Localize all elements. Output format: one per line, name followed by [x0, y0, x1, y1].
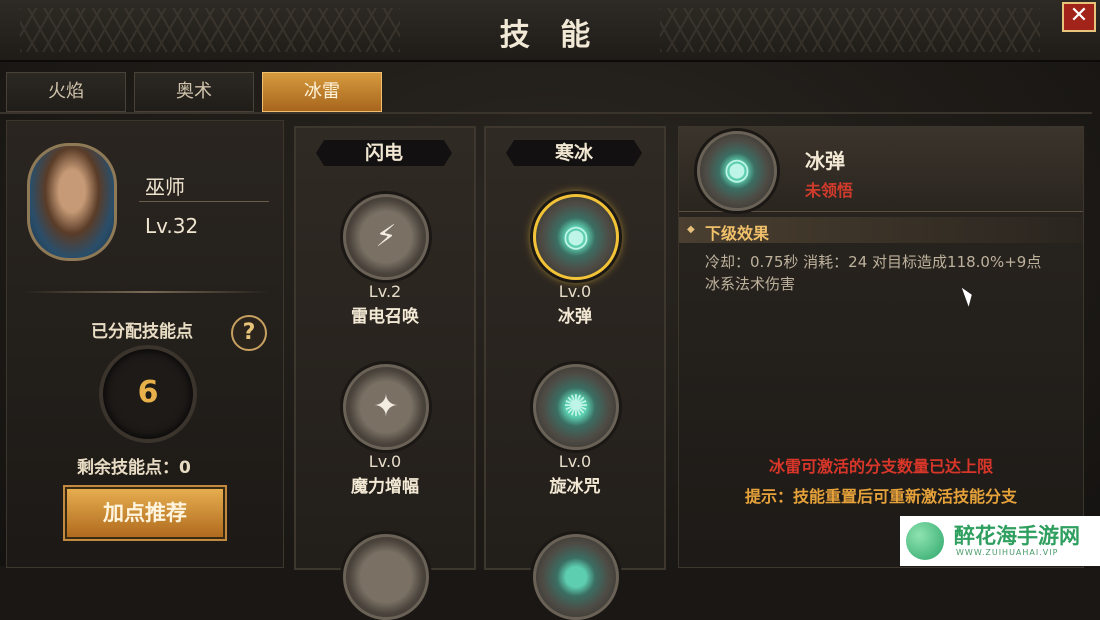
column-header: 闪电	[316, 140, 452, 166]
character-panel: 巫师 Lv.32 已分配技能点 ? 6 剩余技能点：0 加点推荐	[6, 120, 284, 568]
avatar	[27, 143, 117, 261]
branch-limit-warning: 冰雷可激活的分支数量已达上限	[768, 457, 993, 476]
next-level-label: 下级效果	[705, 224, 770, 243]
skill-glyph: ✦	[373, 389, 399, 424]
watermark-title: 醉花海手游网	[954, 524, 1080, 548]
panel-divider	[23, 291, 269, 293]
watermark: 醉花海手游网 WWW.ZUIHUAHAI.VIP	[900, 516, 1100, 566]
column-header: 寒冰	[506, 140, 642, 166]
bullet-icon: ◆	[687, 224, 695, 235]
skill-name: 雷电召唤	[351, 307, 419, 327]
detail-skill-status: 未领悟	[805, 181, 854, 200]
tab-fire[interactable]: 火焰	[6, 72, 126, 112]
window-title: 技 能	[499, 18, 601, 53]
skill-level: Lv.0	[558, 282, 592, 301]
recommend-button[interactable]: 加点推荐	[65, 487, 225, 539]
skill-name: 魔力增幅	[351, 477, 419, 497]
skill-slot-partial[interactable]	[533, 534, 619, 620]
remaining-points: 剩余技能点：0	[77, 458, 191, 478]
skill-description: 冷却：0.75秒 消耗：24 对目标造成118.0%+9点 冰系法术伤害	[705, 251, 1075, 295]
skill-column-lightning: 闪电 ⚡ Lv.2 雷电召唤 ✦ Lv.0 魔力增幅	[294, 126, 476, 620]
allocated-points-value: 6	[137, 375, 159, 410]
skill-column-ice: 寒冰 ◉ Lv.0 冰弹 ✺ Lv.0 旋冰咒	[484, 126, 666, 620]
help-icon[interactable]: ?	[231, 315, 267, 351]
detail-skill-name: 冰弹	[805, 149, 845, 173]
skill-level: Lv.0	[558, 452, 592, 471]
ice-orb-icon[interactable]: ◉	[533, 194, 619, 280]
lightning-burst-icon[interactable]: ⚡	[343, 194, 429, 280]
skill-level: Lv.2	[368, 282, 402, 301]
title-bar: 技 能 ✕	[0, 0, 1100, 62]
watermark-logo-icon	[906, 522, 944, 560]
skill-name: 旋冰咒	[549, 477, 601, 497]
skill-glyph: ✺	[563, 389, 589, 424]
ice-ring-icon[interactable]: ✺	[533, 364, 619, 450]
tab-ice-thunder[interactable]: 冰雷	[262, 72, 382, 112]
skill-level: Lv.0	[368, 452, 402, 471]
torch-icon[interactable]: ✦	[343, 364, 429, 450]
tab-divider	[0, 112, 1092, 114]
watermark-url: WWW.ZUIHUAHAI.VIP	[956, 548, 1059, 557]
detail-skill-glyph: ◉	[723, 152, 751, 187]
character-name: 巫师	[145, 175, 185, 199]
tab-arcane[interactable]: 奥术	[134, 72, 254, 112]
ice-orb-icon: ◉	[697, 131, 777, 211]
next-level-header: ◆ 下级效果	[679, 217, 1083, 243]
character-level: Lv.32	[145, 214, 199, 238]
description-line-2: 冰系法术伤害	[705, 275, 796, 293]
allocated-points-label: 已分配技能点	[91, 322, 193, 342]
name-separator	[139, 201, 269, 202]
detail-header: ◉ 冰弹 未领悟	[679, 127, 1083, 212]
skill-detail-panel: ◉ 冰弹 未领悟 ◆ 下级效果 冷却：0.75秒 消耗：24 对目标造成118.…	[678, 126, 1084, 568]
close-button[interactable]: ✕	[1062, 2, 1096, 32]
skill-glyph: ◉	[562, 219, 590, 254]
description-line-1: 冷却：0.75秒 消耗：24 对目标造成118.0%+9点	[705, 253, 1042, 271]
skill-slot-partial[interactable]	[343, 534, 429, 620]
reset-hint: 提示：技能重置后可重新激活技能分支	[744, 487, 1017, 506]
skills-window: 技 能 ✕ 火焰 奥术 冰雷 巫师 Lv.32 已分配技能点 ? 6 剩余技能点…	[0, 0, 1100, 620]
skill-glyph: ⚡	[375, 219, 397, 254]
skill-name: 冰弹	[558, 307, 592, 327]
allocated-points-ring: 6	[99, 345, 197, 443]
